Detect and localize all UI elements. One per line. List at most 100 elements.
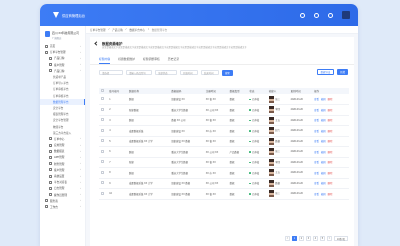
page-button[interactable]: 4 xyxy=(312,236,318,241)
delete-link[interactable]: 删除 xyxy=(328,98,333,101)
delete-link[interactable]: 删除 xyxy=(328,182,333,185)
page-size-select[interactable]: 10条/页 xyxy=(333,236,348,241)
next-page-button[interactable]: > xyxy=(326,236,332,241)
view-link[interactable]: 查看 xyxy=(314,109,319,112)
edit-link[interactable]: 编辑 xyxy=(321,161,326,164)
edit-link[interactable]: 编辑 xyxy=(321,119,326,122)
search-button[interactable]: 搜索 xyxy=(222,70,233,76)
creator-avatar xyxy=(268,106,274,114)
shop-icon xyxy=(45,31,50,37)
menu-icon xyxy=(49,180,52,184)
add-button[interactable]: 新增 xyxy=(337,69,348,75)
tab[interactable]: 标题调整审核 xyxy=(143,56,160,64)
table-cell: 2020-03-20 xyxy=(288,115,313,126)
view-link[interactable]: 查看 xyxy=(314,172,319,175)
table-cell: 数据 xyxy=(266,178,289,189)
view-link[interactable]: 查看 xyxy=(314,182,319,185)
edit-link[interactable]: 编辑 xyxy=(321,98,326,101)
delete-link[interactable]: 删除 xyxy=(328,151,333,154)
table-cell: XX 省 XX xyxy=(203,94,228,105)
table-cell: 组织建设 XX 数据 xyxy=(169,188,204,200)
select-all-checkbox[interactable] xyxy=(101,89,104,92)
back-icon[interactable] xyxy=(94,41,99,46)
notification-icon[interactable] xyxy=(300,12,305,18)
user-avatar[interactable] xyxy=(342,11,350,19)
creator-name: 李四 xyxy=(275,108,281,112)
view-link[interactable]: 查看 xyxy=(314,98,319,101)
row-checkbox[interactable] xyxy=(101,139,104,143)
view-link[interactable]: 查看 xyxy=(314,130,319,133)
row-checkbox[interactable] xyxy=(101,107,104,111)
edit-link[interactable]: 编辑 xyxy=(321,151,326,154)
settings-icon[interactable] xyxy=(328,12,333,18)
page-button[interactable]: 2 xyxy=(298,236,304,241)
sidebar-item-label: 数据报表 xyxy=(54,150,65,154)
sidebar-item-label: 工作台 xyxy=(50,205,58,209)
delete-link[interactable]: 删除 xyxy=(328,193,333,196)
table-cell: 数据 xyxy=(227,115,248,126)
breadcrumb-item[interactable]: 数据平台中心 xyxy=(129,28,145,32)
row-checkbox[interactable] xyxy=(101,181,104,185)
filter-select-1[interactable]: 请选择 xyxy=(99,70,123,76)
status-label: 已审核 xyxy=(251,171,260,175)
tab[interactable]: 标题数据维护 xyxy=(118,56,135,64)
page-button[interactable]: 1 xyxy=(291,236,297,241)
table-cell: 数据 xyxy=(227,136,248,147)
page-button[interactable]: 5 xyxy=(319,236,325,241)
help-icon[interactable] xyxy=(314,12,319,18)
delete-link[interactable]: 删除 xyxy=(328,140,333,143)
breadcrumb-item[interactable]: 产品订购 xyxy=(112,28,122,32)
view-link[interactable]: 查看 xyxy=(314,140,319,143)
prev-page-button[interactable]: < xyxy=(284,236,290,241)
row-checkbox[interactable] xyxy=(101,191,104,195)
view-link[interactable]: 查看 xyxy=(314,151,319,154)
delete-link[interactable]: 删除 xyxy=(328,172,333,175)
tab[interactable]: 历史记录 xyxy=(168,56,179,64)
export-button[interactable]: 数据导出 xyxy=(316,69,335,75)
edit-link[interactable]: 编辑 xyxy=(321,140,326,143)
edit-link[interactable]: 编辑 xyxy=(321,130,326,133)
delete-link[interactable]: 删除 xyxy=(328,119,333,122)
table-cell: 9 xyxy=(107,178,128,189)
end-date-input[interactable]: 结束时间 xyxy=(201,70,219,76)
tab[interactable]: 标题内容 xyxy=(99,56,111,64)
delete-link[interactable]: 删除 xyxy=(328,130,333,133)
view-link[interactable]: 查看 xyxy=(314,119,319,122)
table-cell: 成都数据采集 xyxy=(127,125,170,137)
table-cell xyxy=(99,136,108,147)
table-cell: 2020-03-20 xyxy=(288,178,313,189)
delete-link[interactable]: 删除 xyxy=(328,109,333,112)
breadcrumb-item[interactable]: 订单平台管理 xyxy=(90,28,106,32)
chevron-icon: › xyxy=(80,186,81,190)
status-select[interactable]: 全部状态 xyxy=(155,70,177,76)
view-link[interactable]: 查看 xyxy=(314,161,319,164)
table-cell: 重庆大学生数据 xyxy=(169,146,204,158)
edit-link[interactable]: 编辑 xyxy=(321,172,326,175)
delete-link[interactable]: 删除 xyxy=(328,161,333,164)
view-link[interactable]: 查看 xyxy=(314,193,319,196)
app-window: 供应商管理后台 四川 XX科技有限公司 Y 旗舰店 首页 › 订单平台管理 › 产品订购… xyxy=(40,4,358,246)
edit-link[interactable]: 编辑 xyxy=(321,182,326,185)
breadcrumb-item: 数据管理平台 xyxy=(151,28,168,32)
table-cell: 组织建设 XX xyxy=(169,94,204,105)
product-search-input[interactable]: 请输入商品型号 xyxy=(126,70,152,76)
row-checkbox[interactable] xyxy=(101,170,104,174)
row-checkbox[interactable] xyxy=(101,128,104,132)
sidebar-item-label: 安全平台管理 xyxy=(53,119,69,123)
row-checkbox[interactable] xyxy=(101,118,104,122)
sidebar-item[interactable]: 工作台 › xyxy=(40,204,85,210)
edit-link[interactable]: 编辑 xyxy=(321,109,326,112)
table-cell: 3 xyxy=(107,115,128,126)
table-cell: 6 xyxy=(107,146,128,158)
start-date-input[interactable]: 开始时间 xyxy=(180,70,198,76)
table-cell: XX 市 XX xyxy=(203,167,228,179)
table-cell: 已审核 xyxy=(247,115,267,126)
row-checkbox[interactable] xyxy=(101,97,104,100)
sidebar-item-label: 安全平台 xyxy=(53,106,64,110)
row-checkbox[interactable] xyxy=(101,149,104,153)
row-checkbox[interactable] xyxy=(101,160,104,164)
table-cell: 数据 xyxy=(127,115,170,126)
edit-link[interactable]: 编辑 xyxy=(321,193,326,196)
sidebar-item-label: 订单审核平台 xyxy=(53,88,69,92)
page-button[interactable]: 3 xyxy=(305,236,311,241)
